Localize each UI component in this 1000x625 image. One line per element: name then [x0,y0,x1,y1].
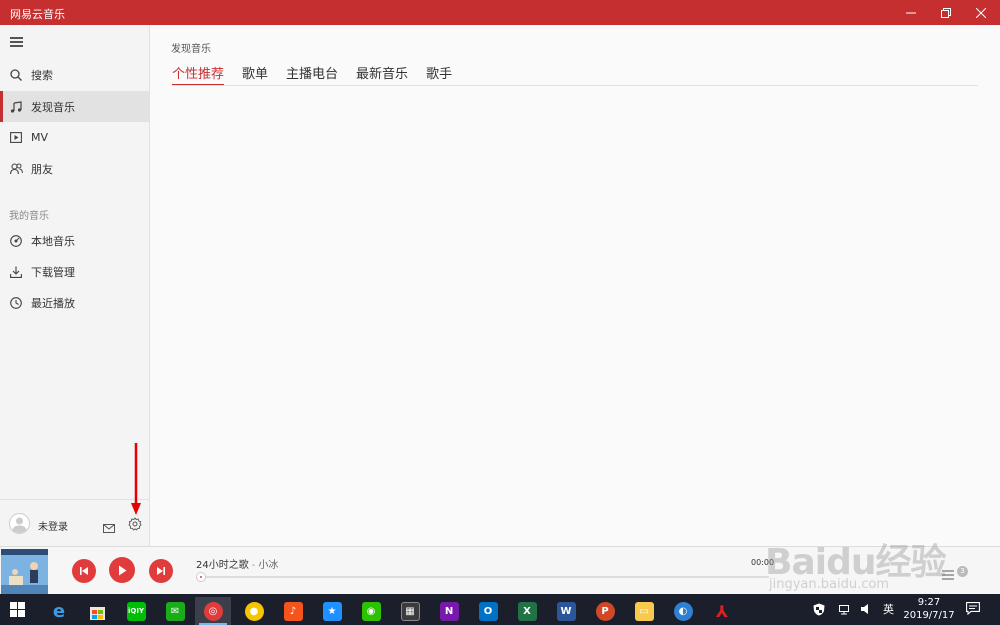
sidebar-item-recent[interactable]: 最近播放 [0,287,149,318]
tab-new-music[interactable]: 最新音乐 [356,63,408,85]
security-shield-icon[interactable] [813,603,825,616]
song-separator: - [251,560,256,571]
page-title: 发现音乐 [171,44,211,55]
powerpoint-icon[interactable]: P [587,597,623,625]
file-explorer-icon[interactable]: ▭ [626,597,662,625]
windows-start-icon[interactable] [10,602,25,617]
play-icon [119,565,127,575]
music-note-icon [9,100,23,114]
tab-divider [172,85,978,86]
next-button[interactable] [149,559,173,583]
onenote-icon[interactable]: N [431,597,467,625]
outlook-icon[interactable]: O [470,597,506,625]
close-button[interactable] [963,0,999,25]
sidebar-item-search[interactable]: 搜索 [0,59,149,90]
sidebar-item-label: 最近播放 [31,296,75,310]
minimize-icon [906,12,916,13]
clock-icon [9,296,23,310]
avatar[interactable] [9,513,30,534]
restore-icon [941,7,951,18]
sidebar-item-label: 朋友 [31,162,53,176]
clock-time: 9:27 [917,597,941,608]
edge-icon[interactable]: e [41,597,77,625]
gear-icon[interactable] [128,516,142,535]
sidebar-item-label: 下载管理 [31,265,75,279]
clock-date: 2019/7/17 [903,610,955,621]
sidebar-item-local-music[interactable]: 本地音乐 [0,225,149,256]
mail-icon[interactable] [103,518,115,537]
album-cover[interactable] [1,549,48,594]
tab-radio[interactable]: 主播电台 [286,63,338,85]
tab-bar: 个性推荐 歌单 主播电台 最新音乐 歌手 [172,63,470,86]
download-icon [9,265,23,279]
video-icon [9,131,23,145]
taskbar-clock[interactable]: 9:27 2019/7/17 [903,596,955,622]
play-button[interactable] [109,557,135,583]
sidebar-item-downloads[interactable]: 下载管理 [0,256,149,287]
app-globe-icon[interactable]: ◐ [665,597,701,625]
sidebar-item-label: 发现音乐 [31,100,75,114]
volume-icon[interactable] [860,603,874,615]
hamburger-menu-icon[interactable] [10,37,23,47]
now-playing: 24小时之歌 - 小冰 [196,556,278,571]
app-blue-star-icon[interactable]: ★ [314,597,350,625]
netease-music-icon[interactable]: ◎ [195,597,231,625]
search-icon [9,68,23,82]
progress-handle[interactable] [196,572,206,582]
ime-indicator[interactable]: 英 [883,601,894,617]
user-area: 未登录 [0,499,149,546]
watermark-small: jingyan.baidu.com [769,577,889,592]
close-icon [976,7,986,18]
iqiyi-icon[interactable]: iQIY [118,597,154,625]
taskbar: e iQIY ✉ ◎ ● ♪ ★ ◉ ▦ N O X W P ▭ ◐ ⅄ 英 9… [0,594,1000,625]
sidebar-item-label: 搜索 [31,68,53,82]
user-login-label[interactable]: 未登录 [38,518,68,533]
wechat-work-icon[interactable]: ✉ [157,597,193,625]
user-avatar-icon [12,517,27,533]
skip-previous-icon [80,567,88,575]
song-artist[interactable]: 小冰 [258,560,278,571]
playlist-count-badge: 3 [957,566,968,577]
network-icon[interactable] [837,603,851,615]
calculator-icon[interactable]: ▦ [392,597,428,625]
section-label-my-music: 我的音乐 [9,211,49,222]
app-title: 网易云音乐 [10,8,65,21]
progress-bar[interactable] [199,576,769,578]
app-orange-icon[interactable]: ♪ [275,597,311,625]
baidu-watermark: Baidu经验 jingyan.baidu.com [765,525,955,600]
sidebar-item-mv[interactable]: MV [0,122,149,153]
sidebar: 搜索 发现音乐 MV 朋友 我的音乐 本地音乐 下载管理 最近播放 未登录 [0,25,150,546]
annotation-arrow-icon [131,443,141,515]
skip-next-icon [157,567,165,575]
app-green-icon[interactable]: ● [236,597,272,625]
title-bar: 网易云音乐 [0,0,1000,25]
minimize-button[interactable] [893,0,929,25]
pdf-icon[interactable]: ⅄ [704,597,740,625]
word-icon[interactable]: W [548,597,584,625]
main-content: 发现音乐 个性推荐 歌单 主播电台 最新音乐 歌手 [150,25,1000,546]
sidebar-item-label: MV [31,131,49,144]
disc-icon [9,234,23,248]
friends-icon [9,162,23,176]
song-title[interactable]: 24小时之歌 [196,560,249,571]
notification-center-icon[interactable] [966,602,980,615]
tab-playlists[interactable]: 歌单 [242,63,268,85]
previous-button[interactable] [72,559,96,583]
tab-personal-recommend[interactable]: 个性推荐 [172,63,225,86]
excel-icon[interactable]: X [509,597,545,625]
sidebar-item-label: 本地音乐 [31,234,75,248]
wechat-icon[interactable]: ◉ [353,597,389,625]
sidebar-item-friends[interactable]: 朋友 [0,153,149,184]
restore-button[interactable] [928,0,964,25]
tab-artists[interactable]: 歌手 [426,63,452,85]
sidebar-item-discover-music[interactable]: 发现音乐 [0,91,149,122]
store-icon[interactable] [79,597,115,625]
